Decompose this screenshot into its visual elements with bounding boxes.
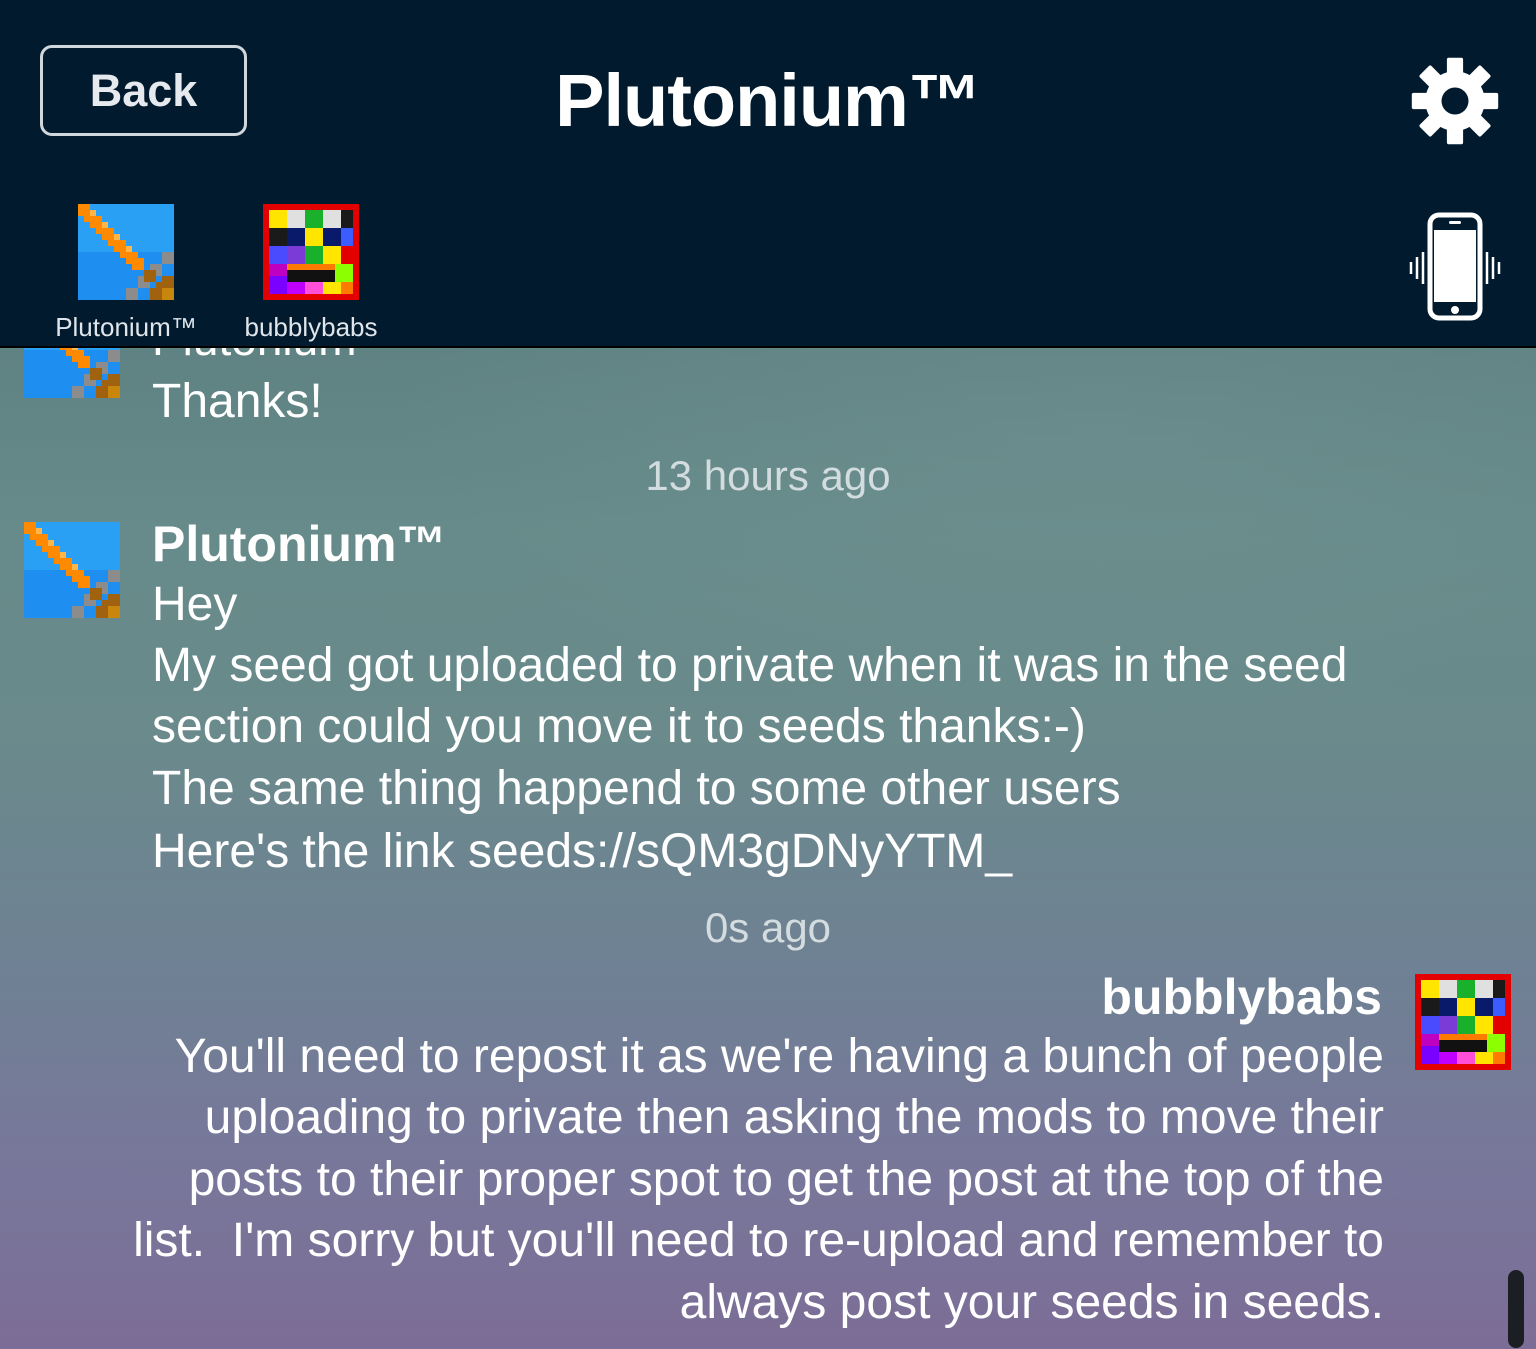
sender-name: Plutonium™ [152, 516, 447, 572]
message-line: always post your seeds in seeds. [679, 1276, 1384, 1329]
message-line: You'll need to repost it as we're having… [174, 1030, 1384, 1083]
sword-pixel-avatar [78, 204, 174, 300]
smiley-pixel-avatar [263, 204, 359, 300]
chat-header: Back Plutonium™ Plutonium™ bubblybabs [0, 0, 1536, 348]
message-link-line[interactable]: Here's the link seeds://sQM3gDNyYTM_ [152, 821, 1012, 882]
message-line: Thanks! [152, 375, 323, 428]
sender-name: Plutonium™ [152, 348, 403, 366]
message-timestamp: 0s ago [704, 904, 832, 951]
message-line: uploading to private then asking the mod… [204, 1091, 1384, 1144]
message-line: list. I'm sorry but you'll need to re-up… [133, 1214, 1384, 1267]
message-line: Hey [152, 578, 238, 631]
message-line: posts to their proper spot to get the po… [188, 1153, 1384, 1206]
participant-bubblybabs[interactable]: bubblybabs [238, 204, 384, 343]
back-button[interactable]: Back [40, 45, 247, 136]
message-line: The same thing happend to some other use… [152, 762, 1121, 815]
conversation-title: Plutonium™ [555, 59, 982, 142]
phone-vibrate-icon[interactable] [1408, 212, 1502, 322]
gear-icon[interactable] [1410, 56, 1500, 146]
participant-name: bubblybabs [244, 312, 378, 342]
smiley-pixel-avatar [1415, 974, 1511, 1070]
message-timestamp: 13 hours ago [645, 452, 891, 499]
participant-plutonium[interactable]: Plutonium™ [52, 204, 200, 343]
sword-pixel-avatar [24, 522, 120, 618]
sender-name: bubblybabs [1101, 969, 1382, 1025]
sword-pixel-avatar [24, 348, 120, 398]
chat-scroll-area[interactable]: Plutonium™ Thanks! 13 hours ago Plutoniu… [0, 348, 1536, 1349]
message-line: section could you move it to seeds thank… [152, 700, 1086, 753]
scrollbar-thumb[interactable] [1508, 1270, 1524, 1348]
message-line: My seed got uploaded to private when it … [152, 639, 1348, 692]
participant-name: Plutonium™ [55, 312, 197, 342]
